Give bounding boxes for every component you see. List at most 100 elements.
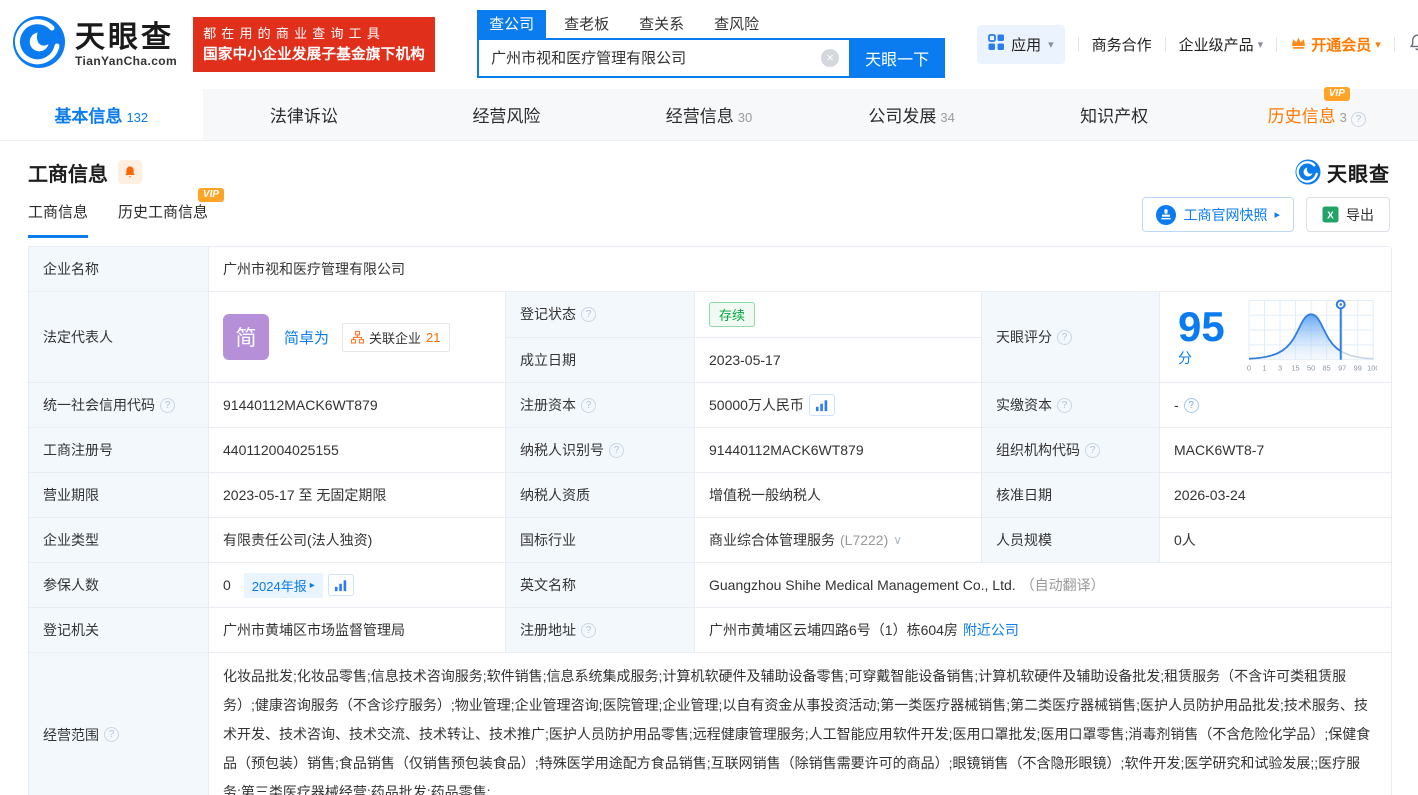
enterprise-label: 企业级产品 — [1179, 34, 1254, 55]
company-tabbar: 基本信息132 法律诉讼 经营风险 经营信息 30 公司发展34 知识产权 VIP… — [0, 89, 1418, 141]
industry-code: (L7222) — [840, 532, 888, 548]
svg-text:85: 85 — [1323, 364, 1331, 373]
field-label: 统一社会信用代码? — [29, 383, 209, 428]
help-icon[interactable]: ? — [581, 307, 596, 322]
search-tab-boss[interactable]: 查老板 — [552, 10, 621, 38]
field-label: 纳税人资质 — [506, 473, 695, 518]
tab-count: 30 — [738, 110, 752, 125]
field-label: 登记状态? — [506, 292, 695, 338]
field-label: 企业类型 — [29, 518, 209, 563]
search-tab-risk[interactable]: 查风险 — [702, 10, 771, 38]
search-tab-relation[interactable]: 查关系 — [627, 10, 696, 38]
annual-report-badge[interactable]: 2024年报 ▸ — [244, 573, 323, 598]
help-icon[interactable]: ? — [104, 727, 119, 742]
field-label: 成立日期 — [506, 338, 695, 384]
svg-text:99: 99 — [1354, 364, 1362, 373]
reg-capital-value: 50000万人民币 — [695, 383, 982, 428]
search-input[interactable] — [477, 38, 849, 78]
brand-name: 天眼查 — [75, 22, 177, 54]
field-label: 登记机关 — [29, 608, 209, 653]
org-code-value: MACK6WT8-7 — [1160, 428, 1392, 473]
tab-operation-risk[interactable]: 经营风险 — [405, 89, 608, 140]
field-label: 参保人数 — [29, 563, 209, 608]
chevron-down-icon[interactable]: ∨ — [893, 533, 902, 547]
related-companies-badge[interactable]: 关联企业 21 — [342, 323, 449, 352]
help-icon[interactable]: ? — [581, 398, 596, 413]
nearby-companies-link[interactable]: 附近公司 — [963, 620, 1019, 640]
export-button[interactable]: X 导出 — [1306, 197, 1390, 232]
industry-value: 商业综合体管理服务 (L7222) ∨ — [695, 518, 982, 563]
arrow-right-icon: ▸ — [310, 580, 315, 591]
related-count: 21 — [426, 330, 440, 345]
official-snapshot-button[interactable]: 工商官网快照 ▸ — [1142, 197, 1294, 232]
field-label: 人员规模 — [982, 518, 1160, 563]
tianyancha-logo[interactable]: 天眼查 TianYanCha.com — [12, 15, 177, 74]
field-label: 经营范围? — [29, 653, 209, 795]
field-label: 注册资本? — [506, 383, 695, 428]
nav-enterprise-products[interactable]: 企业级产品 ▾ — [1179, 34, 1264, 55]
svg-text:X: X — [1327, 211, 1334, 222]
nav-cooperation[interactable]: 商务合作 — [1092, 34, 1152, 55]
field-label: 核准日期 — [982, 473, 1160, 518]
notification-bell[interactable] — [1408, 33, 1418, 56]
tab-basic-info[interactable]: 基本信息132 — [0, 89, 203, 140]
reg-authority-value: 广州市黄埔区市场监督管理局 — [209, 608, 506, 653]
excel-icon: X — [1322, 206, 1339, 223]
tab-legal-litigation[interactable]: 法律诉讼 — [203, 89, 406, 140]
tab-intellectual-property[interactable]: 知识产权 — [1013, 89, 1216, 140]
field-label: 工商注册号 — [29, 428, 209, 473]
legal-rep-link[interactable]: 简卓为 — [284, 327, 329, 348]
search-tab-company[interactable]: 查公司 — [477, 10, 546, 38]
help-icon[interactable]: ? — [1057, 398, 1072, 413]
tab-label: 经营信息 — [666, 102, 734, 127]
reg-address-value: 广州市黄埔区云埔四路6号（1）栋604房 附近公司 — [695, 608, 1392, 653]
report-label: 2024年报 — [252, 576, 307, 595]
help-icon[interactable]: ? — [581, 623, 596, 638]
svg-text:15: 15 — [1292, 364, 1300, 373]
search-block: 查公司 查老板 查关系 查风险 × 天眼一下 — [477, 12, 945, 78]
help-icon[interactable]: ? — [1184, 398, 1199, 413]
tab-operation-info[interactable]: 经营信息 30 — [608, 89, 811, 140]
field-label: 注册地址? — [506, 608, 695, 653]
stamp-icon — [1156, 205, 1176, 225]
vip-badge[interactable]: VIP — [1324, 87, 1350, 101]
nav-open-vip[interactable]: 开通会员 ▾ — [1290, 34, 1381, 55]
business-info-table: 企业名称 广州市视和医疗管理有限公司 法定代表人 简 简卓为 关联企业 21 登… — [28, 246, 1390, 795]
vip-badge[interactable]: VIP — [198, 188, 224, 202]
bar-chart-icon — [334, 579, 348, 592]
search-button[interactable]: 天眼一下 — [849, 38, 945, 78]
chevron-down-icon: ▾ — [1375, 38, 1381, 51]
tab-company-development[interactable]: 公司发展34 — [810, 89, 1013, 140]
insured-trend-button[interactable] — [328, 574, 354, 596]
monitor-bell-button[interactable] — [118, 160, 142, 184]
help-icon[interactable]: ? — [609, 443, 624, 458]
divider — [1078, 37, 1079, 52]
field-label: 营业期限 — [29, 473, 209, 518]
avatar[interactable]: 简 — [223, 314, 269, 360]
approval-date-value: 2026-03-24 — [1160, 473, 1392, 518]
help-icon[interactable]: ? — [1351, 112, 1366, 127]
taxpayer-quality-value: 增值税一般纳税人 — [695, 473, 982, 518]
svg-text:97: 97 — [1339, 364, 1347, 373]
tab-label: 知识产权 — [1080, 102, 1148, 127]
tianyancha-logo-icon — [12, 15, 66, 74]
subtab-history-business-info[interactable]: 历史工商信息 VIP — [118, 201, 208, 238]
tianyancha-logo-icon — [1295, 159, 1321, 185]
tab-label: 历史信息 — [1268, 102, 1336, 127]
score-unit: 分 — [1178, 350, 1192, 366]
taxpayer-id-value: 91440112MACK6WT879 — [695, 428, 982, 473]
main-content: 工商信息 天眼查 工商信息 历史工商信息 VIP — [0, 156, 1418, 795]
clear-icon[interactable]: × — [821, 49, 839, 67]
help-icon[interactable]: ? — [1057, 330, 1072, 345]
field-label: 纳税人识别号? — [506, 428, 695, 473]
tab-history-info[interactable]: VIP 历史信息 3 ? — [1215, 89, 1418, 140]
tab-label: 公司发展 — [868, 102, 936, 127]
subtab-business-info[interactable]: 工商信息 — [28, 201, 88, 238]
subtab-label: 历史工商信息 — [118, 204, 208, 221]
apps-menu[interactable]: 应用 ▾ — [977, 25, 1065, 64]
svg-text:3: 3 — [1278, 364, 1282, 373]
capital-trend-button[interactable] — [809, 394, 835, 416]
field-label: 法定代表人 — [29, 292, 209, 383]
help-icon[interactable]: ? — [160, 398, 175, 413]
help-icon[interactable]: ? — [1085, 443, 1100, 458]
